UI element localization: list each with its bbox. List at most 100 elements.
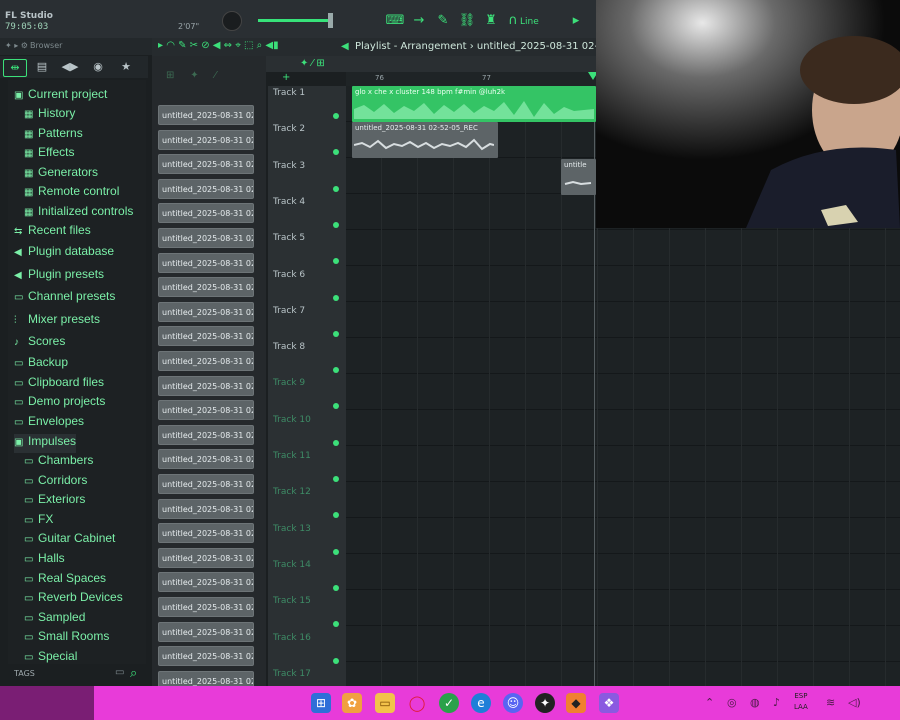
browser-item-remote-control[interactable]: ▦ Remote control [24, 184, 119, 203]
clip-source-item[interactable]: untitled_2025-08-31 02-... [158, 597, 254, 617]
audio-clip-recording[interactable]: untitled_2025-08-31 02-52-05_REC [352, 122, 498, 158]
browser-nav-icons[interactable]: ✦ ▸ ⚙ [5, 41, 28, 50]
volume-icon[interactable]: ◁) [848, 696, 861, 709]
track-label[interactable]: Track 2 [273, 124, 305, 134]
browser-item-current-project[interactable]: ▣ Current project [14, 87, 107, 106]
hat-icon[interactable]: ♜ [481, 12, 501, 30]
track-label[interactable]: Track 8 [273, 342, 305, 352]
browser-item-envelopes[interactable]: ▭ Envelopes [14, 414, 84, 433]
track-label[interactable]: Track 12 [273, 487, 311, 497]
clip-source-item[interactable]: untitled_2025-08-31 02-... [158, 228, 254, 248]
arrow-right-icon[interactable]: → [409, 12, 429, 30]
track-label[interactable]: Track 13 [273, 524, 311, 534]
clip-source-item[interactable]: untitled_2025-08-31 02-... [158, 424, 254, 445]
track-label[interactable]: Track 10 [273, 415, 311, 425]
fl-studio-icon[interactable]: ◆ [566, 693, 586, 713]
language-indicator[interactable]: ESP LAA [794, 691, 808, 713]
app-icon-green[interactable]: ✓ [439, 693, 459, 713]
clip-source-item[interactable]: untitled_2025-08-31 02-... [158, 277, 254, 298]
brush-icon[interactable]: ✎ [433, 12, 453, 30]
clip-source-item[interactable]: untitled_2025-08-31 02-... [158, 301, 254, 322]
master-volume-handle[interactable] [328, 13, 333, 28]
search-icon[interactable]: ⌕ [130, 666, 137, 681]
clip-source-item[interactable]: untitled_2025-08-31 02-... [158, 154, 254, 175]
link-icon[interactable]: ⛓ [457, 12, 477, 30]
typing-keyboard-icon[interactable]: ⌨ [385, 12, 405, 30]
browser-item-sampled[interactable]: ▭ Sampled [24, 610, 85, 629]
browser-item-mixer-presets[interactable]: ⫶ Mixer presets [14, 312, 100, 331]
tray-app-icon[interactable]: ◎ [727, 696, 737, 709]
start-icon[interactable]: ⊞ [311, 693, 331, 713]
track-label[interactable]: Track 3 [273, 161, 305, 171]
browser-item-plugin-database[interactable]: ◀ Plugin database [14, 244, 114, 263]
browser-item-reverb-devices[interactable]: ▭ Reverb Devices [24, 590, 123, 609]
track-mute-led[interactable] [333, 330, 339, 337]
browser-item-real-spaces[interactable]: ▭ Real Spaces [24, 571, 106, 590]
track-mute-led[interactable] [333, 476, 339, 482]
master-volume-slider[interactable] [258, 19, 330, 22]
browser-item-exteriors[interactable]: ▭ Exteriors [24, 492, 85, 511]
track-mute-led[interactable] [333, 584, 339, 591]
widgets-icon[interactable]: ✿ [342, 693, 362, 713]
snap-icons[interactable]: ✦ ⁄ ⊞ [300, 58, 325, 69]
snap-selector[interactable]: Line [520, 17, 539, 27]
track-label[interactable]: Track 17 [273, 669, 311, 679]
master-pitch-knob[interactable] [222, 11, 242, 31]
edge-icon[interactable]: e [471, 693, 491, 713]
star-icon[interactable]: ★ [115, 59, 137, 75]
add-track-icon[interactable]: + [282, 72, 290, 83]
audio-clip-beat[interactable]: glo x che x cluster 148 bpm f#min @luh2k [352, 86, 596, 122]
file-explorer-icon[interactable]: ▭ [375, 693, 395, 713]
clip-source-item[interactable]: untitled_2025-08-31 02-... [158, 547, 254, 568]
track-label[interactable]: Track 15 [273, 596, 311, 606]
playlist-tools-icons[interactable]: ▸ ◠ ✎ ✂ ⊘ ◀ ⇔ ⌖ ⬚ ⌕ ◀▮ [158, 40, 279, 51]
track-label[interactable]: Track 11 [273, 451, 311, 461]
browser-item-history[interactable]: ▦ History [24, 106, 75, 125]
track-mute-led[interactable] [333, 221, 339, 228]
clip-source-item[interactable]: untitled_2025-08-31 02-... [158, 572, 254, 593]
play-small-icon[interactable]: ▸ [566, 12, 586, 30]
browser-item-effects[interactable]: ▦ Effects [24, 145, 74, 164]
clip-source-item[interactable]: untitled_2025-08-31 02-... [158, 621, 254, 642]
clip-source-item[interactable]: untitled_2025-08-31 02-... [158, 449, 254, 470]
clip-source-item[interactable]: untitled_2025-08-31 02-... [158, 178, 254, 199]
browser-item-chambers[interactable]: ▭ Chambers [24, 453, 93, 472]
clip-source-item[interactable]: untitled_2025-08-31 02-... [158, 351, 254, 371]
track-label[interactable]: Track 5 [273, 233, 305, 243]
browser-item-demo-projects[interactable]: ▭ Demo projects [14, 394, 105, 413]
opera-icon[interactable]: ◯ [407, 693, 427, 713]
tray-app-icon-2[interactable]: ◍ [750, 696, 760, 709]
browser-item-corridors[interactable]: ▭ Corridors [24, 473, 87, 492]
track-label[interactable]: Track 9 [273, 378, 305, 388]
wifi-icon[interactable]: ≋ [826, 696, 835, 709]
track-label[interactable]: Track 16 [273, 633, 311, 643]
clip-source-item[interactable]: untitled_2025-08-31 02-... [158, 646, 254, 667]
clip-list-toolbar-icons[interactable]: ⊞ ✦ ⁄ [166, 70, 216, 81]
clip-source-item[interactable]: untitled_2025-08-31 02-... [158, 129, 254, 150]
arrangement-icon[interactable]: ◀ [341, 41, 349, 52]
browser-item-backup[interactable]: ▭ Backup [14, 355, 68, 374]
browser-item-halls[interactable]: ▭ Halls [24, 551, 65, 570]
track-label[interactable]: Track 14 [273, 560, 311, 570]
chevron-up-icon[interactable]: ⌃ [705, 696, 714, 709]
all-icon[interactable]: ⇹ [3, 59, 27, 77]
browser-item-patterns[interactable]: ▦ Patterns [24, 126, 83, 145]
track-label[interactable]: Track 6 [273, 270, 305, 280]
web-icon[interactable]: ◉ [87, 59, 109, 75]
plugins-icon[interactable]: ◀▶ [59, 59, 81, 75]
files-icon[interactable]: ▤ [31, 59, 53, 75]
browser-item-plugin-presets[interactable]: ◀ Plugin presets [14, 267, 104, 286]
browser-item-small-rooms[interactable]: ▭ Small Rooms [24, 629, 109, 648]
clip-source-item[interactable]: untitled_2025-08-31 02-... [158, 474, 254, 494]
clip-source-item[interactable]: untitled_2025-08-31 02-... [158, 498, 254, 519]
folder-icon[interactable]: ▭ [115, 667, 124, 678]
track-label[interactable]: Track 4 [273, 197, 305, 207]
browser-item-special[interactable]: ▭ Special [24, 649, 77, 668]
track-mute-led[interactable] [333, 113, 339, 119]
track-mute-led[interactable] [333, 294, 339, 301]
clip-source-item[interactable]: untitled_2025-08-31 02-... [158, 203, 254, 224]
track-label[interactable]: Track 1 [273, 88, 305, 98]
browser-item-initialized-controls[interactable]: ▦ Initialized controls [24, 204, 133, 223]
track-mute-led[interactable] [333, 439, 339, 446]
track-label[interactable]: Track 7 [273, 306, 305, 316]
